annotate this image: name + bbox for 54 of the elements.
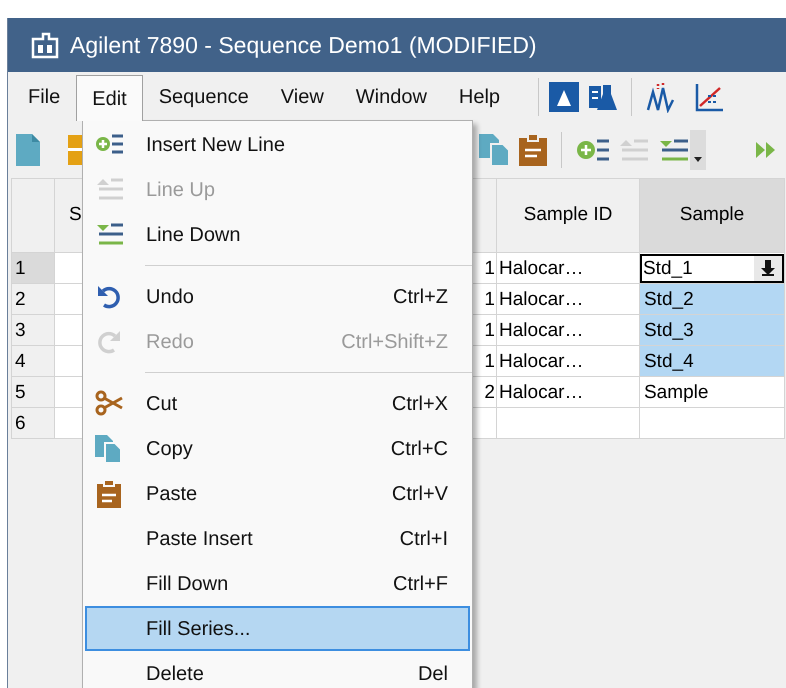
- menu-item[interactable]: Delete Del: [85, 651, 470, 688]
- shortcut-label: Ctrl+C: [390, 436, 448, 462]
- column-header[interactable]: Sample: [640, 178, 784, 252]
- row-header[interactable]: 5: [12, 376, 54, 408]
- insert-line-icon[interactable]: [576, 137, 610, 163]
- menu-item[interactable]: Fill Down Ctrl+F: [85, 561, 470, 606]
- fill-down-icon: [761, 260, 775, 276]
- line-down-icon[interactable]: [658, 137, 690, 163]
- shortcut-label: Ctrl+X: [392, 392, 448, 416]
- chart-icon[interactable]: [694, 82, 724, 112]
- table-cell[interactable]: Std_3: [640, 314, 784, 346]
- table-cell: Halocar…: [496, 346, 640, 376]
- new-document-icon[interactable]: [16, 134, 40, 166]
- table-cell: Halocar…: [496, 376, 640, 408]
- table-cell: Halocar…: [496, 314, 640, 346]
- menu-item[interactable]: Insert New Line: [85, 122, 470, 167]
- column-header[interactable]: Sample ID: [496, 178, 640, 252]
- shortcut-label: Ctrl+V: [392, 482, 448, 506]
- menu-item[interactable]: Paste Insert Ctrl+I: [85, 516, 470, 561]
- menu-item[interactable]: Paste Ctrl+V: [85, 471, 470, 516]
- shortcut-label: Ctrl+Shift+Z: [341, 330, 448, 354]
- row-header[interactable]: 2: [12, 284, 54, 314]
- row-header[interactable]: 6: [12, 408, 54, 438]
- table-cell[interactable]: Std_2: [640, 284, 784, 314]
- shortcut-label: Del: [418, 662, 448, 686]
- menu-item[interactable]: Edit: [76, 75, 143, 121]
- dropdown-field[interactable]: Std_1: [640, 254, 784, 282]
- menu-item[interactable]: Sequence: [142, 73, 265, 121]
- copy-icon: [95, 434, 123, 462]
- menu-item[interactable]: View: [264, 73, 340, 121]
- menu-item[interactable]: Fill Series...: [85, 606, 470, 651]
- row-header[interactable]: 4: [12, 346, 54, 376]
- row-header[interactable]: 3: [12, 314, 54, 346]
- window-title: Agilent 7890 - Sequence Demo1 (MODIFIED): [70, 30, 537, 60]
- menu-item[interactable]: Copy Ctrl+C: [85, 426, 470, 471]
- shortcut-label: Ctrl+F: [393, 572, 448, 596]
- table-cell: Halocar…: [496, 252, 640, 284]
- app-icon: [30, 31, 60, 59]
- clipboard-icon: [95, 480, 123, 508]
- table-cell: Halocar…: [496, 284, 640, 314]
- triangle-logo-icon[interactable]: [549, 82, 580, 112]
- caret-icon: [694, 157, 702, 162]
- flask-icon[interactable]: [587, 82, 618, 112]
- scissors-icon: [95, 390, 123, 418]
- dropdown-button[interactable]: [690, 130, 706, 170]
- table-cell[interactable]: Sample: [640, 376, 784, 408]
- row-header[interactable]: 1: [12, 252, 54, 284]
- menu-item[interactable]: File: [12, 73, 76, 121]
- table-cell[interactable]: Std_4: [640, 346, 784, 376]
- shortcut-label: Ctrl+I: [400, 526, 448, 552]
- menu-item[interactable]: Help: [442, 73, 516, 121]
- menu-item[interactable]: Window: [340, 73, 443, 121]
- shortcut-label: Ctrl+Z: [393, 284, 448, 310]
- clipboard-icon[interactable]: [519, 134, 547, 166]
